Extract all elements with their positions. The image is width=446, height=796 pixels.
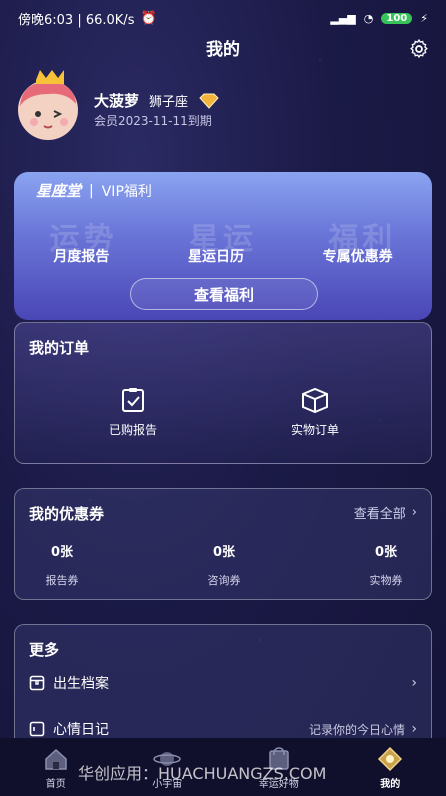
title-bar: 我的 [0,36,446,64]
signal-icon: ▂▄▆ [330,11,356,25]
purchased-reports-button[interactable]: 已购报告 [73,387,193,438]
vip-feature-monthly-report[interactable]: 月度报告 [53,246,109,266]
report-coupon-count: 0张 [50,545,74,560]
physical-coupon[interactable]: 0张 实物券 [341,541,431,588]
consult-coupon-label: 咨询券 [207,574,241,587]
tab-home-label: 首页 [45,779,66,790]
vip-divider: | [89,182,94,199]
vip-feature-star-calendar[interactable]: 星运日历 [188,246,244,266]
orders-card: 我的订单 已购报告 实物订单 [14,322,432,464]
vip-brand-logo: 星座堂 [36,182,82,200]
orders-title: 我的订单 [29,339,90,357]
report-coupon[interactable]: 0张 报告券 [17,541,107,588]
avatar[interactable] [14,70,84,142]
more-title: 更多 [29,641,60,659]
tab-mine[interactable]: 我的 [350,745,430,790]
alarm-icon: ⏰ [140,10,157,26]
physical-orders-label: 实物订单 [290,423,339,437]
battery-icon: 100 [381,12,413,24]
report-coupon-label: 报告券 [45,574,79,587]
vip-diamond-icon [199,93,219,109]
consult-coupon-count: 0张 [212,545,236,560]
diary-icon [29,721,45,737]
chevron-right-icon: › [411,721,417,737]
gear-icon[interactable] [408,38,430,60]
wifi-icon: ◔ [363,11,374,25]
birth-profile-label: 出生档案 [53,676,109,692]
vip-header: 星座堂 | VIP福利 [36,180,152,201]
profile-icon [378,746,403,772]
view-benefits-button[interactable]: 查看福利 [130,278,318,310]
view-all-label: 查看全部 [353,507,406,522]
zodiac-sign: 狮子座 [149,95,189,110]
watermark-text: 华创应用：HUACHUANGZS.COM [78,764,327,783]
more-card: 更多 出生档案 › 心情日记 记录你的今日心情 › [14,624,432,754]
status-bar: 傍晚6:03 | 66.0K/s ⏰ ▂▄▆ ◔ 100 ⚡ [0,0,446,36]
mood-diary-label: 心情日记 [53,722,109,738]
birth-profile-row[interactable]: 出生档案 › [29,669,417,697]
archive-box-icon [29,675,45,691]
box-icon [302,387,328,413]
physical-orders-button[interactable]: 实物订单 [255,387,375,438]
coupons-title: 我的优惠券 [29,505,105,523]
physical-coupon-count: 0张 [374,545,398,560]
tab-mine-label: 我的 [380,779,401,790]
membership-expiry: 会员2023-11-11到期 [94,114,212,128]
mood-diary-hint: 记录你的今日心情 [308,722,405,737]
consult-coupon[interactable]: 0张 咨询券 [179,541,269,588]
coupons-card: 我的优惠券 查看全部 › 0张 报告券 0张 咨询券 0张 实物券 [14,488,432,600]
vip-benefits-card[interactable]: 星座堂 | VIP福利 运势 星运 福利 月度报告 星运日历 专属优惠券 查看福… [14,172,432,320]
vip-title: VIP福利 [101,183,152,200]
page-title: 我的 [206,40,240,60]
physical-coupon-label: 实物券 [369,574,403,587]
crown-icon [36,70,64,84]
purchased-reports-label: 已购报告 [108,423,157,437]
clipboard-check-icon [122,388,144,412]
profile-section[interactable]: 大菠萝 狮子座 会员2023-11-11到期 [14,70,432,150]
status-time-speed: 傍晚6:03 | 66.0K/s [18,12,135,28]
view-all-coupons-link[interactable]: 查看全部 › [354,503,417,522]
vip-feature-exclusive-coupons[interactable]: 专属优惠券 [323,246,393,266]
charging-icon: ⚡ [420,11,428,25]
chevron-right-icon: › [411,675,417,691]
vip-features: 月度报告 星运日历 专属优惠券 [14,246,432,266]
chevron-right-icon: › [411,505,417,520]
home-icon [45,748,67,770]
user-name: 大菠萝 [94,92,140,110]
